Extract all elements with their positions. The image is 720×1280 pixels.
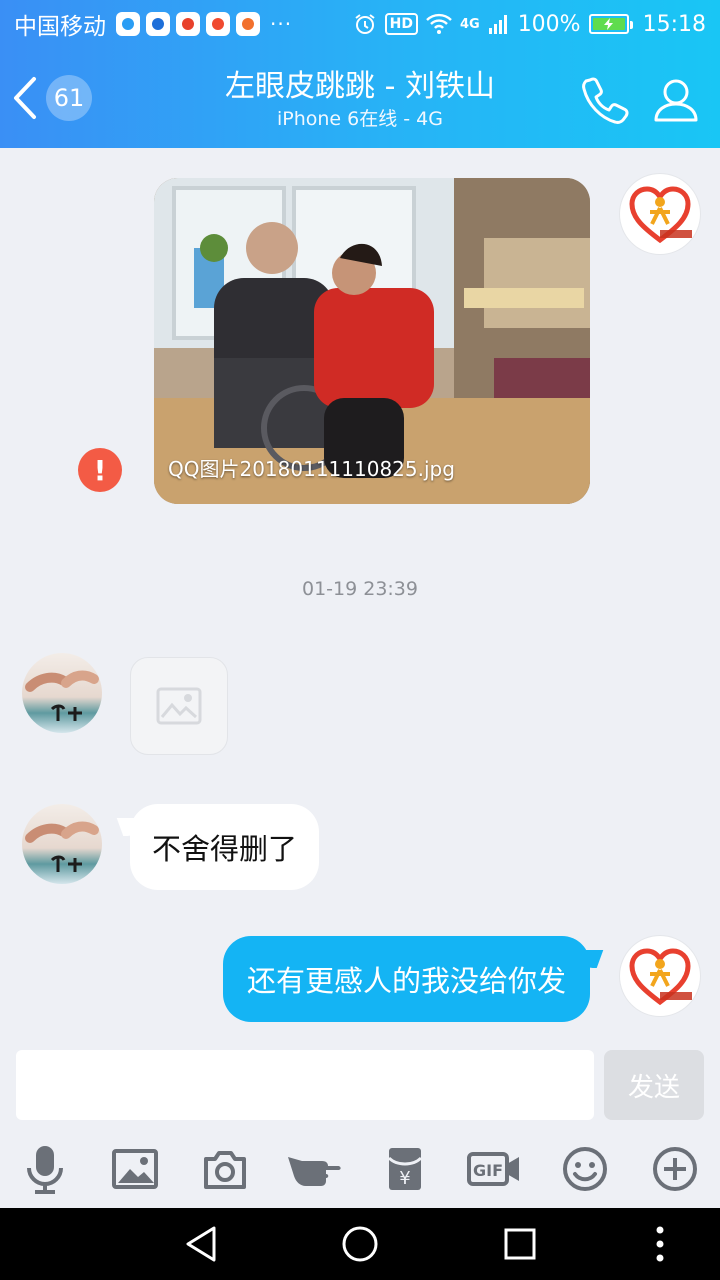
chat-title-block[interactable]: 左眼皮跳跳 - 刘铁山 iPhone 6在线 - 4G (150, 68, 570, 132)
send-button[interactable]: 发送 (604, 1050, 704, 1120)
hands-avatar-image (25, 670, 99, 721)
hands-avatar-image (25, 821, 99, 872)
broken-image-icon (156, 687, 202, 725)
self-text-message[interactable]: 还有更感人的我没给你发 (222, 936, 590, 1022)
microphone-icon (27, 1146, 63, 1194)
battery-percent: 100% (517, 11, 581, 37)
alarm-icon (355, 14, 375, 34)
system-nav-bar (0, 1208, 720, 1280)
battery-icon (588, 14, 633, 34)
camera-button[interactable] (196, 1140, 254, 1198)
nav-recents-button[interactable] (498, 1222, 542, 1266)
poke-icon (288, 1157, 341, 1186)
signal-icon (488, 15, 507, 34)
notification-app-icon (176, 12, 200, 36)
clock: 15:18 (642, 11, 706, 37)
call-button[interactable] (578, 72, 634, 128)
message-input[interactable] (16, 1050, 594, 1120)
voice-button[interactable] (16, 1140, 74, 1198)
notification-app-icon (146, 12, 170, 36)
top-bar: 中国移动 ··· HD 4G 100% 15:18 61 左眼皮跳跳 - 刘铁山… (0, 0, 720, 148)
heart-logo-icon (629, 948, 692, 1006)
more-vertical-icon (656, 1226, 664, 1262)
triangle-back-icon (186, 1226, 216, 1262)
photo-album-button[interactable] (106, 1140, 164, 1198)
friend-text-message[interactable]: 不舍得删了 (130, 804, 320, 890)
emoji-icon (563, 1147, 607, 1191)
back-button[interactable]: 61 (12, 75, 102, 121)
emoji-button[interactable] (556, 1140, 614, 1198)
carrier-label: 中国移动 (14, 14, 106, 40)
chat-subtitle: iPhone 6在线 - 4G (276, 108, 443, 130)
profile-button[interactable] (648, 72, 704, 128)
gif-icon: GIF (467, 1152, 519, 1186)
chevron-left-icon (14, 77, 36, 119)
chat-title: 左眼皮跳跳 - 刘铁山 (225, 69, 495, 104)
plus-icon (653, 1147, 697, 1191)
input-area: 发送 ¥ GIF (0, 1046, 720, 1208)
notification-app-icon (206, 12, 230, 36)
send-failed-icon[interactable]: ! (78, 448, 122, 492)
self-avatar[interactable] (620, 936, 700, 1016)
hd-badge: HD (384, 13, 418, 35)
heart-logo-icon (629, 186, 692, 244)
photo-message[interactable]: QQ图片20180111110825.jpg (154, 178, 590, 504)
friend-avatar[interactable] (22, 653, 102, 733)
gif-label: GIF (473, 1161, 503, 1180)
image-icon (112, 1149, 158, 1189)
camera-icon (204, 1151, 246, 1189)
nav-home-button[interactable] (338, 1222, 382, 1266)
square-recents-icon (504, 1228, 536, 1260)
chat-header: 61 左眼皮跳跳 - 刘铁山 iPhone 6在线 - 4G (0, 48, 720, 148)
red-packet-label: ¥ (399, 1168, 410, 1189)
input-toolbar: ¥ GIF (0, 1140, 720, 1198)
image-message-placeholder[interactable] (130, 657, 228, 755)
friend-avatar[interactable] (22, 804, 102, 884)
notification-icons (116, 12, 260, 36)
unread-count-badge: 61 (46, 75, 92, 121)
self-avatar[interactable] (620, 174, 700, 254)
phone-icon (582, 77, 629, 124)
notification-app-icon (236, 12, 260, 36)
red-packet-button[interactable]: ¥ (376, 1140, 434, 1198)
red-packet-icon: ¥ (387, 1148, 423, 1190)
gif-button[interactable]: GIF (466, 1140, 524, 1198)
status-indicators: HD 4G 100% 15:18 (353, 12, 706, 37)
poke-button[interactable] (286, 1140, 344, 1198)
nav-menu-button[interactable] (638, 1222, 682, 1266)
person-icon (654, 79, 698, 122)
wifi-icon (426, 13, 452, 34)
notification-app-icon (116, 12, 140, 36)
more-button[interactable] (646, 1140, 704, 1198)
photo-filename: QQ图片20180111110825.jpg (168, 457, 455, 481)
status-bar: 中国移动 ··· HD 4G 100% 15:18 (0, 0, 720, 48)
more-notifications-icon: ··· (270, 12, 293, 36)
message-timestamp: 01-19 23:39 (301, 578, 418, 600)
network-type-label: 4G (459, 16, 480, 32)
circle-home-icon (342, 1226, 378, 1262)
nav-back-button[interactable] (178, 1222, 222, 1266)
